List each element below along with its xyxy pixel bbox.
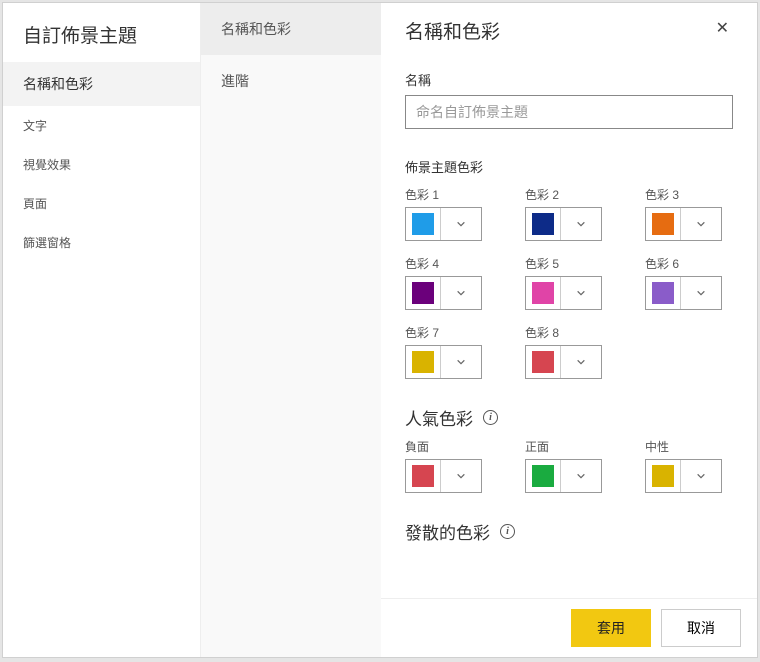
- customize-theme-dialog: 自訂佈景主題 名稱和色彩文字視覺效果頁面篩選窗格 名稱和色彩進階 名稱和色彩 ✕…: [2, 2, 758, 658]
- popularity-colors-title: 人氣色彩 i: [405, 405, 733, 430]
- color-item: 色彩 1: [405, 186, 505, 241]
- color-item: 色彩 3: [645, 186, 745, 241]
- category-item[interactable]: 視覺效果: [3, 145, 200, 184]
- color-swatch: [532, 282, 554, 304]
- color-picker[interactable]: [525, 459, 602, 493]
- chevron-down-icon: [576, 219, 586, 229]
- color-swatch: [652, 465, 674, 487]
- color-item: 色彩 4: [405, 255, 505, 310]
- color-label: 正面: [525, 438, 625, 455]
- chevron-down-icon: [696, 219, 706, 229]
- chevron-down-icon: [576, 357, 586, 367]
- color-picker[interactable]: [405, 276, 482, 310]
- color-item: 色彩 8: [525, 324, 625, 379]
- color-swatch: [412, 465, 434, 487]
- panel-title: 名稱和色彩: [405, 17, 500, 44]
- color-label: 色彩 5: [525, 255, 625, 272]
- category-item[interactable]: 篩選窗格: [3, 223, 200, 262]
- chevron-down-icon: [696, 471, 706, 481]
- color-label: 色彩 8: [525, 324, 625, 341]
- color-picker[interactable]: [525, 276, 602, 310]
- name-label: 名稱: [405, 70, 733, 89]
- dropdown-toggle[interactable]: [440, 277, 481, 309]
- color-picker[interactable]: [405, 459, 482, 493]
- color-picker[interactable]: [525, 207, 602, 241]
- color-label: 負面: [405, 438, 505, 455]
- color-item: 色彩 7: [405, 324, 505, 379]
- info-icon[interactable]: i: [483, 410, 498, 425]
- close-icon: ✕: [716, 20, 729, 37]
- subcategory-item[interactable]: 名稱和色彩: [201, 3, 381, 55]
- chevron-down-icon: [456, 471, 466, 481]
- color-label: 色彩 4: [405, 255, 505, 272]
- apply-button[interactable]: 套用: [571, 609, 651, 647]
- dropdown-toggle[interactable]: [440, 208, 481, 240]
- color-swatch: [532, 465, 554, 487]
- dropdown-toggle[interactable]: [560, 208, 601, 240]
- color-picker[interactable]: [405, 345, 482, 379]
- color-swatch: [532, 213, 554, 235]
- color-label: 中性: [645, 438, 745, 455]
- dropdown-toggle[interactable]: [560, 460, 601, 492]
- popularity-colors-grid: 負面正面中性: [405, 438, 733, 493]
- color-item: 正面: [525, 438, 625, 493]
- dropdown-toggle[interactable]: [560, 346, 601, 378]
- dialog-title: 自訂佈景主題: [3, 3, 200, 62]
- subcategory-item[interactable]: 進階: [201, 55, 381, 107]
- info-icon[interactable]: i: [500, 524, 515, 539]
- color-swatch: [412, 351, 434, 373]
- color-item: 中性: [645, 438, 745, 493]
- color-item: 負面: [405, 438, 505, 493]
- dialog-footer: 套用 取消: [381, 598, 757, 657]
- theme-colors-title: 佈景主題色彩: [405, 157, 733, 176]
- dropdown-toggle[interactable]: [560, 277, 601, 309]
- color-item: 色彩 5: [525, 255, 625, 310]
- dropdown-toggle[interactable]: [680, 460, 721, 492]
- color-swatch: [532, 351, 554, 373]
- chevron-down-icon: [576, 288, 586, 298]
- category-sidebar: 自訂佈景主題 名稱和色彩文字視覺效果頁面篩選窗格: [3, 3, 201, 657]
- dropdown-toggle[interactable]: [440, 460, 481, 492]
- color-picker[interactable]: [645, 459, 722, 493]
- color-swatch: [652, 213, 674, 235]
- chevron-down-icon: [456, 288, 466, 298]
- color-picker[interactable]: [645, 207, 722, 241]
- chevron-down-icon: [576, 471, 586, 481]
- color-item: 色彩 2: [525, 186, 625, 241]
- color-swatch: [412, 282, 434, 304]
- main-panel: 名稱和色彩 ✕ 名稱 佈景主題色彩 色彩 1 色彩 2 色彩 3 色彩 4 色彩 5 色彩…: [381, 3, 757, 657]
- theme-colors-grid: 色彩 1色彩 2色彩 3色彩 4色彩 5色彩 6色彩 7色彩 8: [405, 186, 733, 379]
- color-picker[interactable]: [525, 345, 602, 379]
- color-picker[interactable]: [405, 207, 482, 241]
- color-picker[interactable]: [645, 276, 722, 310]
- category-item[interactable]: 頁面: [3, 184, 200, 223]
- dropdown-toggle[interactable]: [440, 346, 481, 378]
- color-item: 色彩 6: [645, 255, 745, 310]
- chevron-down-icon: [456, 357, 466, 367]
- color-label: 色彩 1: [405, 186, 505, 203]
- category-item[interactable]: 文字: [3, 106, 200, 145]
- color-swatch: [412, 213, 434, 235]
- chevron-down-icon: [696, 288, 706, 298]
- divergent-colors-title: 發散的色彩 i: [405, 519, 733, 544]
- subcategory-sidebar: 名稱和色彩進階: [201, 3, 381, 657]
- color-label: 色彩 2: [525, 186, 625, 203]
- color-label: 色彩 3: [645, 186, 745, 203]
- dropdown-toggle[interactable]: [680, 277, 721, 309]
- theme-name-input[interactable]: [405, 95, 733, 129]
- chevron-down-icon: [456, 219, 466, 229]
- close-button[interactable]: ✕: [712, 17, 733, 41]
- dropdown-toggle[interactable]: [680, 208, 721, 240]
- category-item[interactable]: 名稱和色彩: [3, 62, 200, 106]
- color-swatch: [652, 282, 674, 304]
- cancel-button[interactable]: 取消: [661, 609, 741, 647]
- color-label: 色彩 7: [405, 324, 505, 341]
- color-label: 色彩 6: [645, 255, 745, 272]
